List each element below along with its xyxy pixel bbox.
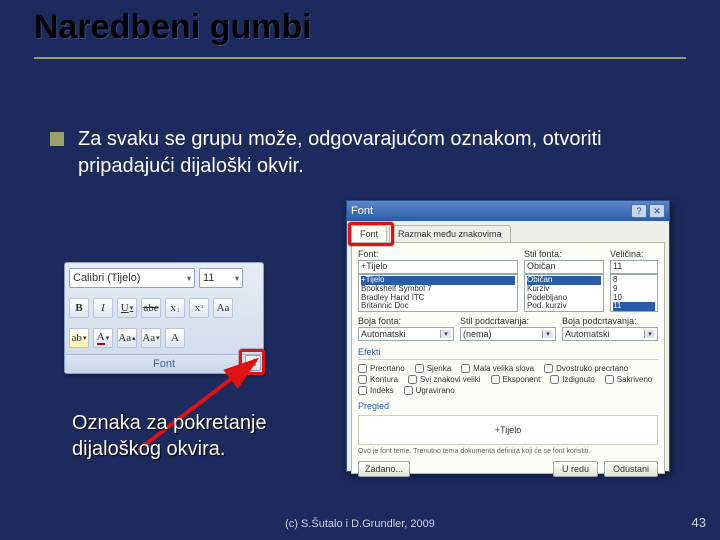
font-name-combo[interactable]: Calibri (Tijelo) ▾ <box>69 268 195 288</box>
size-listbox[interactable]: 8 9 10 11 12 <box>610 274 658 312</box>
font-size-combo[interactable]: 11 ▾ <box>199 268 243 288</box>
chevron-down-icon: ▾ <box>542 330 553 338</box>
style-input[interactable]: Običan <box>524 260 604 274</box>
cancel-button[interactable]: Odustani <box>604 461 658 477</box>
underline-button[interactable]: U▾ <box>117 298 137 318</box>
bold-button[interactable]: B <box>69 298 89 318</box>
ok-button[interactable]: U redu <box>553 461 598 477</box>
dialog-titlebar: Font ? ✕ <box>347 201 669 221</box>
default-button[interactable]: Zadano... <box>358 461 410 477</box>
effect-checkbox[interactable]: Precrtano <box>358 364 405 373</box>
help-icon[interactable]: ? <box>631 204 647 218</box>
font-input[interactable]: +Tijelo <box>358 260 518 274</box>
superscript-button[interactable]: x² <box>189 298 209 318</box>
dialog-title-text: Font <box>351 205 373 217</box>
subscript-button[interactable]: x₂ <box>165 298 185 318</box>
close-icon[interactable]: ✕ <box>649 204 665 218</box>
style-label: Stil fonta: <box>524 249 604 259</box>
effect-checkbox[interactable]: Dvostruko precrtano <box>544 364 628 373</box>
footer-text: (c) S.Šutalo i D.Grundler, 2009 <box>0 518 720 530</box>
chevron-down-icon: ▾ <box>130 304 134 312</box>
dialog-tabs: Font Razmak među znakovima <box>347 221 669 242</box>
slide-title: Naredbeni gumbi <box>34 8 686 47</box>
preview-hint: Ovo je font teme. Trenutno tema dokument… <box>358 448 658 455</box>
font-name-value: Calibri (Tijelo) <box>73 272 140 284</box>
highlight-button[interactable]: ab▾ <box>69 328 89 348</box>
effect-checkbox[interactable]: Kontura <box>358 375 398 384</box>
fontcolor-dropdown[interactable]: Automatski▾ <box>358 327 454 341</box>
tab-font[interactable]: Font <box>351 225 387 242</box>
strike-button[interactable]: abe <box>141 298 161 318</box>
shrink-font-button[interactable]: Aa▾ <box>141 328 161 348</box>
bullet-text: Za svaku se grupu može, odgovarajućom oz… <box>78 126 670 180</box>
change-case-button[interactable]: Aa <box>213 298 233 318</box>
grow-font-button[interactable]: Aa▴ <box>117 328 137 348</box>
underline-style-label: Stil podcrtavanja: <box>460 316 556 326</box>
chevron-down-icon: ▾ <box>644 330 655 338</box>
chevron-down-icon: ▾ <box>187 274 191 283</box>
effect-checkbox[interactable]: Sakriveno <box>605 375 653 384</box>
effect-checkbox[interactable]: Indeks <box>358 386 394 395</box>
bullet-marker <box>50 132 64 146</box>
font-size-value: 11 <box>203 272 214 284</box>
effect-checkbox[interactable]: Sjenka <box>415 364 451 373</box>
tab-spacing[interactable]: Razmak među znakovima <box>389 225 511 242</box>
preview-box: +Tijelo <box>358 415 658 445</box>
title-area: Naredbeni gumbi <box>34 8 686 59</box>
effect-checkbox[interactable]: Svi znakovi veliki <box>408 375 480 384</box>
font-color-button[interactable]: A▾ <box>93 328 113 348</box>
chevron-down-icon: ▾ <box>440 330 451 338</box>
title-rule <box>34 57 686 59</box>
underline-color-label: Boja podcrtavanja: <box>562 316 658 326</box>
italic-button[interactable]: I <box>93 298 113 318</box>
effect-checkbox[interactable]: Mala velika slova <box>461 364 534 373</box>
dialog-launcher-button[interactable]: ↘ <box>245 355 261 371</box>
chevron-down-icon: ▾ <box>106 334 110 342</box>
effects-label: Efekti <box>358 347 658 357</box>
clear-formatting-button[interactable]: A <box>165 328 185 348</box>
caption: Oznaka za pokretanje dijaloškog okvira. <box>72 410 267 462</box>
underline-style-dropdown[interactable]: (nema)▾ <box>460 327 556 341</box>
font-label: Font: <box>358 249 518 259</box>
size-label: Veličina: <box>610 249 658 259</box>
chevron-down-icon: ▾ <box>235 274 239 283</box>
size-input[interactable]: 11 <box>610 260 658 274</box>
effects-group: Precrtano Sjenka Mala velika slova Dvostruk… <box>358 364 658 395</box>
page-number: 43 <box>692 515 706 530</box>
body-text: Za svaku se grupu može, odgovarajućom oz… <box>50 126 670 180</box>
font-listbox[interactable]: +Tijelo Bookshelf Symbol 7 Bradley Hand … <box>358 274 518 312</box>
effect-checkbox[interactable]: Eksponent <box>491 375 541 384</box>
group-label: Font <box>65 354 263 373</box>
font-dialog: Font ? ✕ Font Razmak među znakovima Font… <box>346 200 670 472</box>
fontcolor-label: Boja fonta: <box>358 316 454 326</box>
preview-label: Pregled <box>358 401 658 411</box>
effect-checkbox[interactable]: Ugravirano <box>404 386 455 395</box>
ribbon-font-group: Calibri (Tijelo) ▾ 11 ▾ B I U▾ abe x₂ x² A… <box>64 262 264 374</box>
chevron-down-icon: ▾ <box>83 334 87 342</box>
underline-color-dropdown[interactable]: Automatski▾ <box>562 327 658 341</box>
effect-checkbox[interactable]: Izdignuto <box>550 375 594 384</box>
style-listbox[interactable]: Običan Kurziv Podebljano Pod. kurziv <box>524 274 604 312</box>
dialog-body: Font: +Tijelo +Tijelo Bookshelf Symbol 7… <box>351 242 665 474</box>
